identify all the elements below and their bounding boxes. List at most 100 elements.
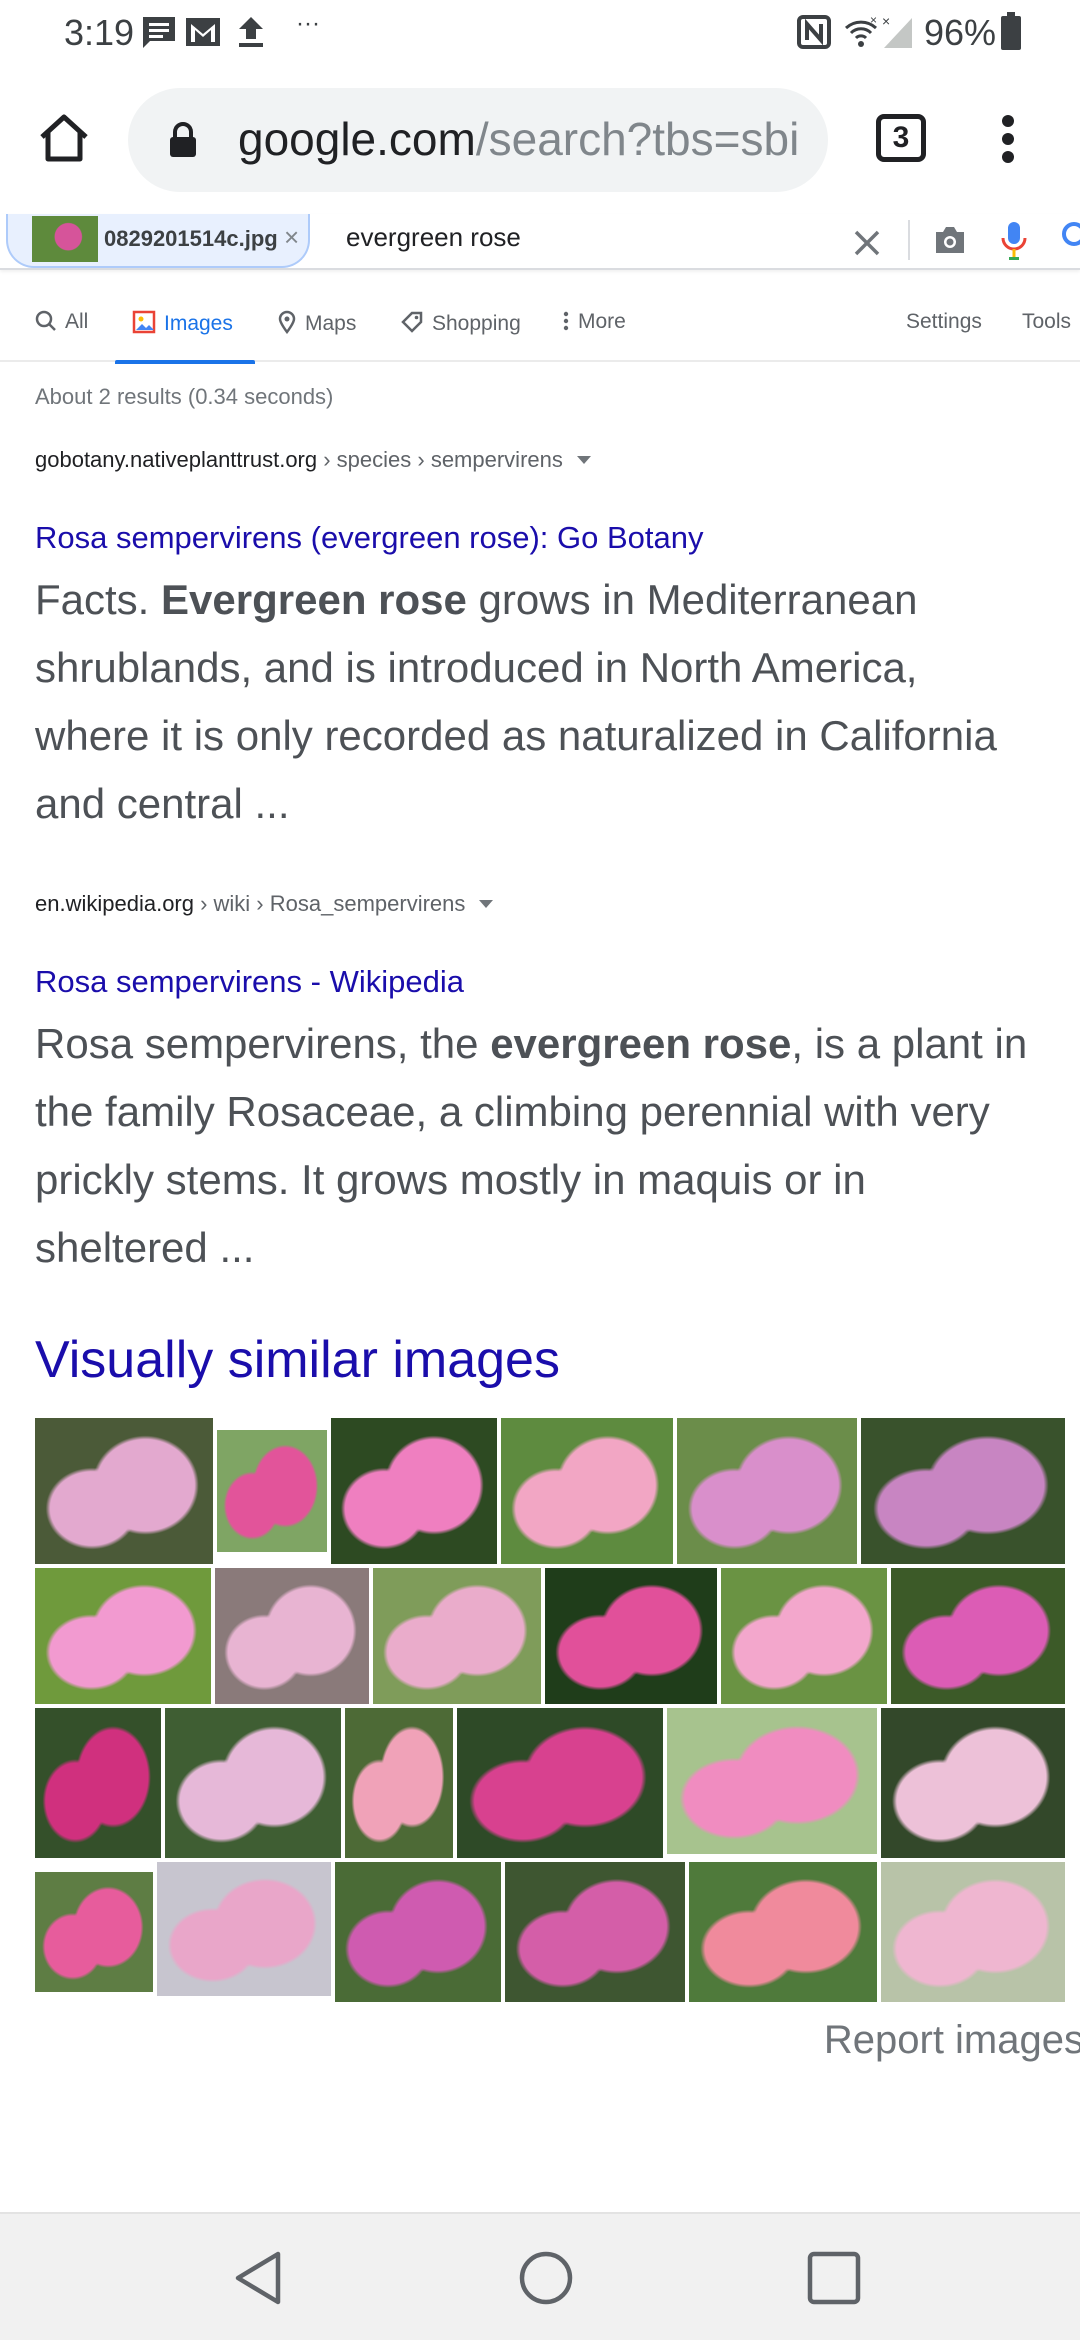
wifi-calling-icon: ×	[844, 14, 878, 47]
search-divider	[908, 220, 910, 260]
similar-image-tile[interactable]	[157, 1862, 331, 1996]
status-bar: 3:19 ··· × × 96%	[0, 0, 1080, 66]
upload-icon	[239, 17, 263, 47]
result-title-link[interactable]: Rosa sempervirens - Wikipedia	[35, 964, 464, 1000]
active-tab-indicator	[115, 360, 255, 364]
snippet-highlight: Evergreen rose	[161, 576, 467, 623]
url-path: /search?tbs=sbi	[475, 113, 800, 165]
browser-toolbar: google.com/search?tbs=sbi 3	[0, 66, 1080, 214]
tab-label: Shopping	[432, 312, 521, 335]
result-breadcrumb: › species › sempervirens	[317, 447, 563, 472]
snippet-text: Rosa sempervirens, the	[35, 1020, 491, 1067]
svg-text:×: ×	[870, 14, 877, 27]
chip-thumbnail	[32, 216, 98, 262]
result-domain: en.wikipedia.org	[35, 891, 194, 916]
lock-icon	[170, 122, 196, 157]
back-icon[interactable]	[230, 2248, 286, 2308]
result-title-link[interactable]: Rosa sempervirens (evergreen rose): Go B…	[35, 520, 704, 556]
similar-image-tile[interactable]	[545, 1568, 717, 1704]
similar-image-tile[interactable]	[667, 1708, 877, 1854]
similar-image-tile[interactable]	[35, 1418, 213, 1564]
similar-image-tile[interactable]	[217, 1430, 327, 1552]
similar-image-tile[interactable]	[505, 1862, 685, 2002]
similar-image-tile[interactable]	[165, 1708, 341, 1858]
report-images-link[interactable]: Report images	[824, 2018, 1080, 2063]
tab-switcher-button[interactable]: 3	[876, 114, 926, 162]
tab-images[interactable]: Images	[115, 310, 255, 364]
tab-more[interactable]: More	[562, 310, 626, 362]
similar-image-tile[interactable]	[215, 1568, 369, 1704]
result-cite[interactable]: en.wikipedia.org › wiki › Rosa_sempervir…	[35, 891, 494, 917]
svg-text:×: ×	[882, 14, 890, 29]
similar-image-tile[interactable]	[861, 1418, 1065, 1564]
similar-image-tile[interactable]	[881, 1708, 1065, 1858]
battery-icon	[1001, 12, 1021, 50]
similar-image-tile[interactable]	[457, 1708, 663, 1858]
chevron-down-icon[interactable]	[479, 900, 494, 908]
similar-image-tile[interactable]	[891, 1568, 1065, 1704]
chevron-down-icon[interactable]	[576, 456, 591, 464]
snippet-text: Facts.	[35, 576, 162, 623]
similar-image-tile[interactable]	[721, 1568, 887, 1704]
search-bar: 0829201514c.jpg × evergreen rose	[0, 214, 1080, 270]
search-icon	[35, 310, 56, 331]
tab-settings[interactable]: Settings	[906, 310, 982, 362]
result-breadcrumb: › wiki › Rosa_sempervirens	[193, 891, 466, 916]
chip-filename: 0829201514c.jpg	[104, 226, 278, 251]
search-image-chip[interactable]: 0829201514c.jpg ×	[6, 214, 310, 268]
battery-percent: 96%	[924, 12, 997, 53]
tab-label: Images	[164, 312, 233, 335]
tag-icon	[401, 311, 423, 333]
home-circle-icon[interactable]	[518, 2248, 574, 2308]
tab-label: More	[578, 310, 626, 333]
result-snippet: Rosa sempervirens, the evergreen rose, i…	[35, 1010, 1035, 1282]
system-navigation-bar	[0, 2212, 1080, 2340]
similar-images-grid	[35, 1418, 1065, 2002]
similar-image-tile[interactable]	[373, 1568, 541, 1704]
chip-remove-icon[interactable]: ×	[284, 222, 299, 253]
browser-menu-icon[interactable]	[990, 110, 1026, 170]
similar-image-tile[interactable]	[677, 1418, 857, 1564]
url-text: google.com/search?tbs=sbi	[238, 112, 799, 166]
camera-icon[interactable]	[932, 224, 968, 256]
similar-images-heading[interactable]: Visually similar images	[35, 1330, 560, 1390]
tab-tools[interactable]: Tools	[1022, 310, 1071, 362]
gmail-icon	[186, 18, 220, 46]
result-snippet: Facts. Evergreen rose grows in Mediterra…	[35, 566, 1035, 838]
images-icon	[132, 310, 156, 334]
tab-maps[interactable]: Maps	[277, 310, 356, 362]
tab-label: Maps	[305, 312, 357, 335]
snippet-highlight: evergreen rose	[490, 1020, 792, 1067]
search-submit-icon[interactable]	[1060, 220, 1080, 256]
similar-image-tile[interactable]	[331, 1418, 497, 1564]
results-count: About 2 results (0.34 seconds)	[35, 384, 334, 409]
tab-label: All	[65, 310, 89, 333]
dots-vertical-icon	[563, 311, 569, 331]
similar-image-tile[interactable]	[35, 1568, 211, 1704]
search-tabs: All Images Maps Shopping More Settings T…	[0, 290, 1080, 364]
result-cite[interactable]: gobotany.nativeplanttrust.org › species …	[35, 447, 591, 473]
message-icon	[143, 17, 175, 48]
search-input[interactable]: evergreen rose	[346, 222, 521, 253]
tab-all[interactable]: All	[35, 310, 88, 362]
result-domain: gobotany.nativeplanttrust.org	[35, 447, 318, 472]
status-time: 3:19	[64, 12, 135, 53]
tab-label: Tools	[1022, 310, 1072, 333]
similar-image-tile[interactable]	[501, 1418, 673, 1564]
similar-image-tile[interactable]	[345, 1708, 453, 1858]
similar-image-tile[interactable]	[689, 1862, 877, 2002]
mic-icon[interactable]	[1000, 220, 1028, 262]
similar-image-tile[interactable]	[35, 1708, 161, 1858]
similar-image-tile[interactable]	[335, 1862, 501, 2002]
signal-icon: ×	[882, 14, 912, 48]
tab-label: Settings	[906, 310, 982, 333]
clear-search-icon[interactable]	[852, 228, 882, 258]
nfc-icon	[797, 15, 831, 49]
tab-shopping[interactable]: Shopping	[400, 310, 521, 362]
home-icon[interactable]	[36, 110, 92, 166]
url-domain: google.com	[238, 113, 476, 165]
similar-image-tile[interactable]	[881, 1862, 1065, 2002]
recents-icon[interactable]	[806, 2248, 862, 2308]
similar-image-tile[interactable]	[35, 1872, 153, 1992]
address-bar[interactable]: google.com/search?tbs=sbi	[128, 88, 828, 192]
